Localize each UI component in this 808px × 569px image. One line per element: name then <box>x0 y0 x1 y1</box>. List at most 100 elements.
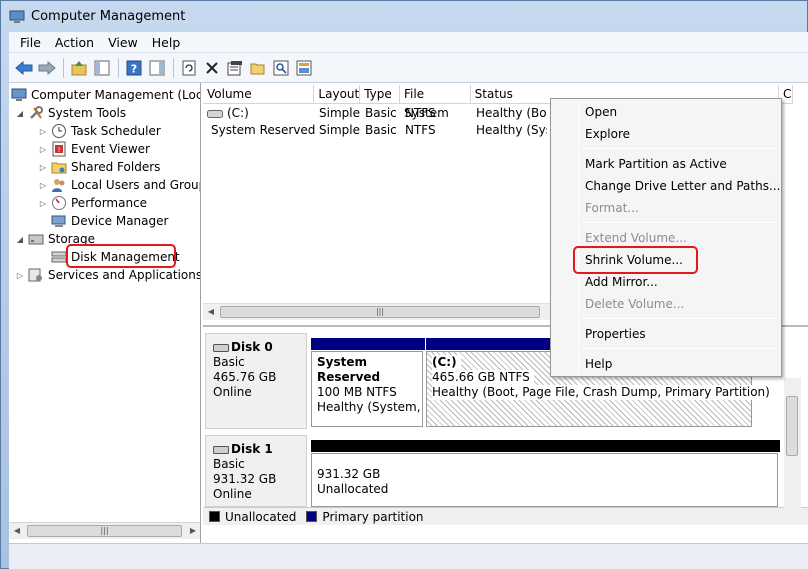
computer-management-icon <box>9 10 25 23</box>
menu-item-properties[interactable]: Properties <box>585 324 646 344</box>
menu-separator <box>581 318 777 319</box>
highlight-disk-management <box>66 244 176 268</box>
shared-folder-icon <box>51 162 67 174</box>
tree-item-root[interactable]: Computer Management (Local <box>11 86 201 104</box>
tree-label: Computer Management (Local <box>31 88 201 102</box>
disk-type: Basic <box>213 457 245 471</box>
status-bar <box>9 543 808 569</box>
back-icon[interactable] <box>13 57 35 79</box>
menu-item-explore[interactable]: Explore <box>585 124 630 144</box>
volume-layout: Simple <box>319 106 360 120</box>
tree-item-local-users[interactable]: ▷ Local Users and Groups <box>38 176 200 194</box>
scroll-thumb[interactable]: ||| <box>220 306 540 318</box>
tree-item-shared-folders[interactable]: ▷ Shared Folders <box>38 158 160 176</box>
menu-item-change-drive-letter[interactable]: Change Drive Letter and Paths... <box>585 176 780 196</box>
partition-bar <box>311 440 780 452</box>
tree-item-task-scheduler[interactable]: ▷ Task Scheduler <box>38 122 161 140</box>
expand-icon[interactable]: ▷ <box>38 163 48 172</box>
delete-icon[interactable] <box>201 57 223 79</box>
volume-fs: NTFS <box>405 106 436 120</box>
tree-label: Performance <box>71 196 148 210</box>
expand-icon[interactable]: ▷ <box>38 127 48 136</box>
up-icon[interactable] <box>68 57 90 79</box>
tree-item-event-viewer[interactable]: ▷ ! Event Viewer <box>38 140 150 158</box>
properties-icon[interactable] <box>224 57 246 79</box>
partition-system-reserved[interactable]: System Reserved 100 MB NTFS Healthy (Sys… <box>311 338 425 427</box>
refresh-icon[interactable] <box>178 57 200 79</box>
tree-item-system-tools[interactable]: ◢ System Tools <box>15 104 126 122</box>
menu-help[interactable]: Help <box>145 35 188 50</box>
volume-row[interactable]: System Reserved Simple Basic NTFS Health… <box>203 122 547 139</box>
partition-unallocated[interactable]: 931.32 GB Unallocated <box>311 440 780 507</box>
disk-view-vertical-scrollbar[interactable] <box>784 378 801 518</box>
menu-item-open[interactable]: Open <box>585 102 617 122</box>
collapse-icon[interactable]: ◢ <box>15 109 25 118</box>
open-icon[interactable] <box>247 57 269 79</box>
volume-type: Basic <box>365 123 397 137</box>
expand-icon[interactable]: ▷ <box>38 199 48 208</box>
help-topics-icon[interactable] <box>293 57 315 79</box>
menu-item-add-mirror[interactable]: Add Mirror... <box>585 272 658 292</box>
volume-fs: NTFS <box>405 123 436 137</box>
scroll-right-icon[interactable]: ▶ <box>187 526 199 536</box>
partition-status: Healthy (Boot, Page File, Crash Dump, Pr… <box>432 385 774 400</box>
column-layout[interactable]: Layout <box>314 85 361 104</box>
legend: Unallocated Primary partition <box>203 507 808 525</box>
tree-label: System Tools <box>48 106 127 120</box>
menu-item-delete-volume[interactable]: Delete Volume... <box>585 294 684 314</box>
collapse-icon[interactable]: ◢ <box>15 235 25 244</box>
column-volume[interactable]: Volume <box>203 85 315 104</box>
partition-status: Unallocated <box>317 482 389 496</box>
disk-icon <box>213 343 229 352</box>
tree-item-device-manager[interactable]: Device Manager <box>51 212 168 230</box>
tree-item-performance[interactable]: ▷ Performance <box>38 194 147 212</box>
scroll-thumb[interactable] <box>786 396 798 456</box>
toolbar: ? <box>9 53 808 83</box>
disk-state: Online <box>213 487 252 501</box>
scroll-thumb[interactable]: ||| <box>27 525 182 537</box>
menu-item-mark-active[interactable]: Mark Partition as Active <box>585 154 727 174</box>
disk-management-icon <box>51 251 67 263</box>
event-viewer-icon: ! <box>52 141 66 157</box>
menu-item-format[interactable]: Format... <box>585 198 639 218</box>
expand-icon[interactable]: ▷ <box>38 145 48 154</box>
menu-gutter <box>578 101 579 374</box>
show-hide-tree-icon[interactable] <box>91 57 113 79</box>
menu-item-help[interactable]: Help <box>585 354 612 374</box>
highlight-shrink-volume <box>573 246 698 274</box>
window-title: Computer Management <box>31 9 186 24</box>
scroll-left-icon[interactable]: ◀ <box>11 526 23 536</box>
column-type[interactable]: Type <box>360 85 401 104</box>
tree-label: Event Viewer <box>71 142 150 156</box>
help-icon[interactable]: ? <box>123 57 145 79</box>
tree-item-services[interactable]: ▷ Services and Applications <box>15 266 200 284</box>
volume-list-horizontal-scrollbar[interactable]: ◀ ||| <box>203 303 558 320</box>
menu-action[interactable]: Action <box>48 35 101 50</box>
disk-0-label[interactable]: Disk 0 Basic 465.76 GB Online <box>205 333 307 429</box>
partition-name: (C:) <box>432 355 461 370</box>
menu-view[interactable]: View <box>101 35 145 50</box>
menu-file[interactable]: File <box>13 35 48 50</box>
disk-1-label[interactable]: Disk 1 Basic 931.32 GB Online <box>205 435 307 507</box>
tools-icon <box>30 106 43 119</box>
show-hide-action-icon[interactable] <box>146 57 168 79</box>
forward-icon[interactable] <box>36 57 58 79</box>
volume-row[interactable]: (C:) Simple Basic NTFS Healthy (Boo <box>203 105 547 122</box>
search-icon[interactable] <box>270 57 292 79</box>
disk-icon <box>213 445 229 454</box>
tree-horizontal-scrollbar[interactable]: ◀ ||| ▶ <box>9 522 200 539</box>
expand-icon[interactable]: ▷ <box>15 271 25 280</box>
toolbar-separator <box>118 57 119 78</box>
volume-name: (C:) <box>227 106 249 120</box>
legend-swatch-unallocated <box>209 511 220 522</box>
expand-icon[interactable]: ▷ <box>38 181 48 190</box>
scroll-left-icon[interactable]: ◀ <box>205 307 217 317</box>
disk-name: Disk 1 <box>231 442 273 456</box>
drive-icon <box>207 109 223 118</box>
column-file-system[interactable]: File System <box>400 85 471 120</box>
title-bar[interactable]: Computer Management <box>1 1 807 32</box>
services-icon <box>28 268 42 282</box>
users-icon <box>52 179 65 192</box>
menu-item-extend-volume[interactable]: Extend Volume... <box>585 228 687 248</box>
volume-name: System Reserved <box>211 123 315 137</box>
